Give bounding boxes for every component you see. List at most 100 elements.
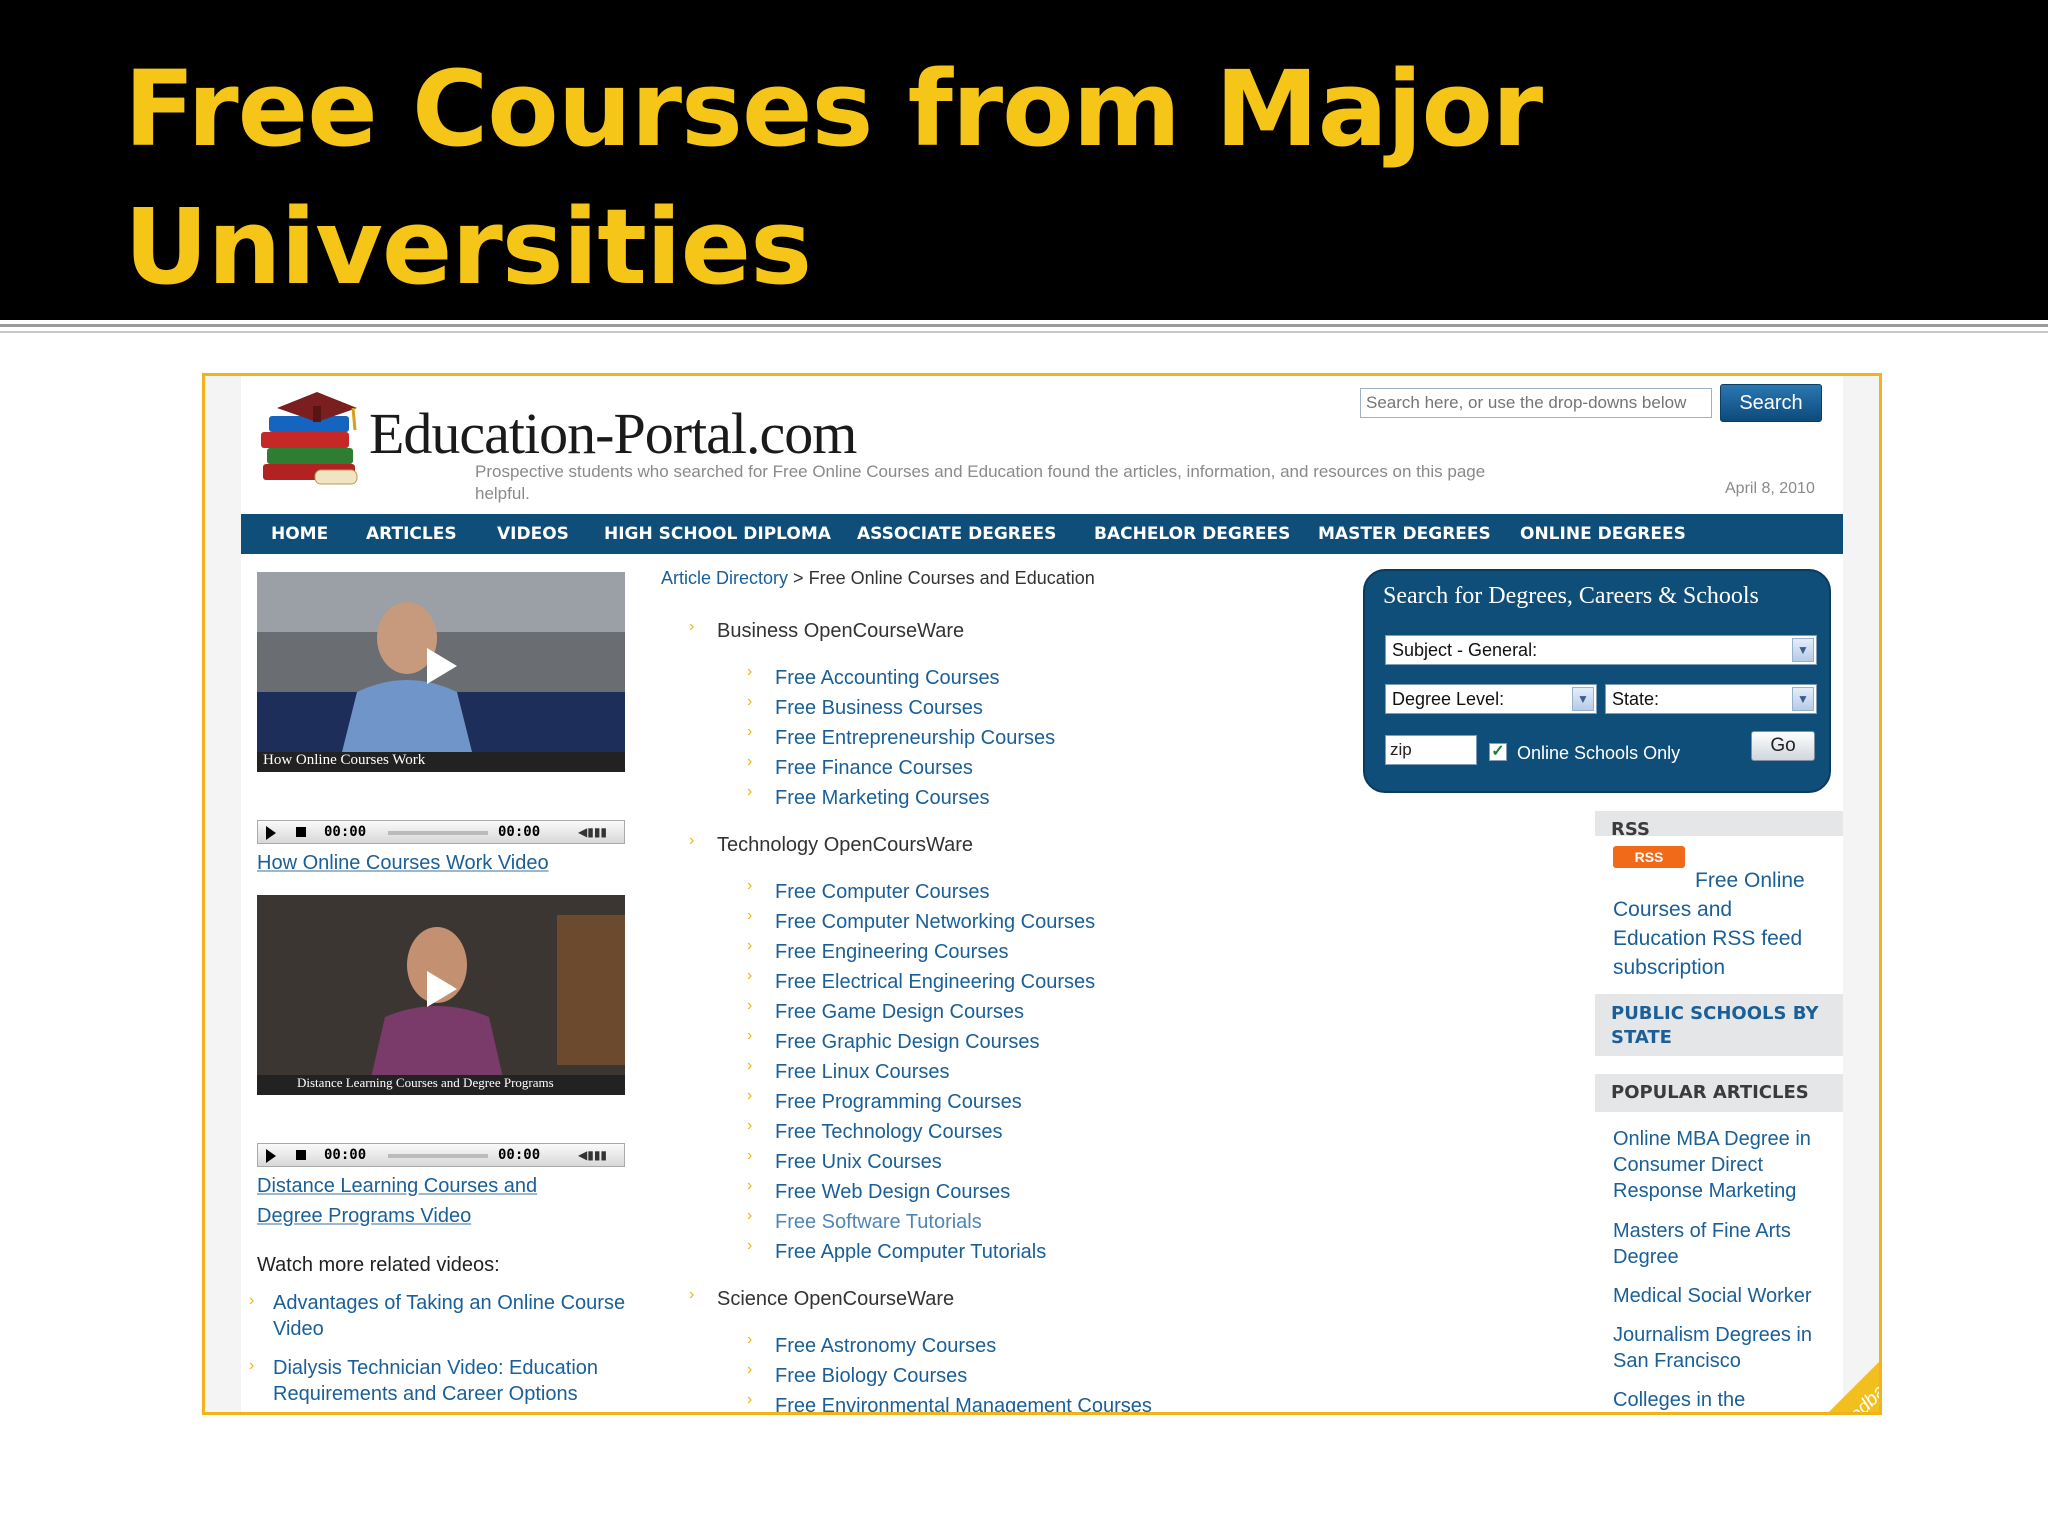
- related-video-link[interactable]: › Dialysis Technician Video: Education R…: [249, 1355, 633, 1407]
- nav-articles[interactable]: ARTICLES: [366, 514, 457, 554]
- play-icon[interactable]: [266, 826, 276, 840]
- course-label[interactable]: Free Marketing Courses: [775, 787, 990, 809]
- course-label[interactable]: Free Computer Courses: [775, 881, 990, 903]
- course-label[interactable]: Free Engineering Courses: [775, 941, 1008, 963]
- course-label[interactable]: Free Programming Courses: [775, 1091, 1022, 1113]
- site-name[interactable]: Education-Portal.com: [369, 400, 857, 467]
- feedback-ribbon[interactable]: Give Feedback: [1743, 1276, 1879, 1412]
- chevron-right-icon: ›: [747, 693, 753, 710]
- course-link[interactable]: › Free Game Design Courses: [747, 997, 1024, 1024]
- nav-bachelor-degrees[interactable]: BACHELOR DEGREES: [1094, 514, 1290, 554]
- course-link[interactable]: › Free Computer Courses: [747, 877, 990, 904]
- degree-level-select[interactable]: Degree Level: ▼: [1385, 684, 1597, 714]
- course-link[interactable]: › Free Apple Computer Tutorials: [747, 1237, 1046, 1264]
- course-label[interactable]: Free Business Courses: [775, 697, 983, 719]
- related-video-label[interactable]: Dialysis Technician Video: Education Req…: [273, 1357, 598, 1405]
- popular-article-link[interactable]: Online MBA Degree in Consumer Direct Res…: [1613, 1126, 1843, 1204]
- chevron-down-icon[interactable]: ▼: [1792, 687, 1814, 711]
- course-link[interactable]: › Free Environmental Management Courses: [747, 1391, 1152, 1412]
- video-controls[interactable]: 00:00 00:00 ◀▮▮▮: [257, 1143, 625, 1167]
- course-label[interactable]: Free Technology Courses: [775, 1121, 1003, 1143]
- course-link[interactable]: › Free Computer Networking Courses: [747, 907, 1095, 934]
- course-link[interactable]: › Free Electrical Engineering Courses: [747, 967, 1095, 994]
- course-label[interactable]: Free Biology Courses: [775, 1365, 967, 1387]
- course-label[interactable]: Free Astronomy Courses: [775, 1335, 996, 1357]
- subject-select[interactable]: Subject - General: ▼: [1385, 635, 1817, 665]
- state-select[interactable]: State: ▼: [1605, 684, 1817, 714]
- page-date: April 8, 2010: [1725, 480, 1815, 497]
- nav-online-degrees[interactable]: ONLINE DEGREES: [1520, 514, 1686, 554]
- video-progress-slider[interactable]: [388, 1154, 488, 1158]
- course-label[interactable]: Free Accounting Courses: [775, 667, 1000, 689]
- course-label[interactable]: Free Apple Computer Tutorials: [775, 1241, 1046, 1263]
- course-link[interactable]: › Free Linux Courses: [747, 1057, 950, 1084]
- stop-icon[interactable]: [296, 1150, 306, 1160]
- course-link[interactable]: › Free Graphic Design Courses: [747, 1027, 1040, 1054]
- course-label[interactable]: Free Graphic Design Courses: [775, 1031, 1040, 1053]
- course-link[interactable]: › Free Business Courses: [747, 693, 983, 720]
- play-icon[interactable]: [427, 648, 457, 684]
- course-label[interactable]: Free Electrical Engineering Courses: [775, 971, 1095, 993]
- go-button[interactable]: Go: [1751, 731, 1815, 761]
- course-link[interactable]: › Free Entrepreneurship Courses: [747, 723, 1055, 750]
- course-label[interactable]: Free Computer Networking Courses: [775, 911, 1095, 933]
- video-link-line[interactable]: Degree Programs Video: [257, 1201, 537, 1231]
- nav-master-degrees[interactable]: MASTER DEGREES: [1318, 514, 1491, 554]
- related-video-label[interactable]: Advantages of Taking an Online Course Vi…: [273, 1292, 625, 1340]
- course-link[interactable]: › Free Web Design Courses: [747, 1177, 1010, 1204]
- course-link[interactable]: › Free Engineering Courses: [747, 937, 1008, 964]
- online-only-checkbox[interactable]: ✓: [1489, 743, 1507, 761]
- chevron-down-icon[interactable]: ▼: [1572, 687, 1594, 711]
- video-time-elapsed: 00:00: [324, 1147, 367, 1163]
- books-logo-icon[interactable]: [257, 386, 367, 496]
- video-player[interactable]: How Online Courses Work 00:00 00:00 ◀▮▮▮: [257, 572, 625, 844]
- video-thumbnail[interactable]: How Online Courses Work: [257, 572, 625, 772]
- video-thumbnail[interactable]: Distance Learning Courses and Degree Pro…: [257, 895, 625, 1095]
- course-label[interactable]: Free Environmental Management Courses: [775, 1395, 1152, 1412]
- nav-videos[interactable]: VIDEOS: [497, 514, 569, 554]
- course-label[interactable]: Free Entrepreneurship Courses: [775, 727, 1055, 749]
- chevron-right-icon: ›: [689, 1286, 695, 1303]
- course-label[interactable]: Free Game Design Courses: [775, 1001, 1024, 1023]
- stop-icon[interactable]: [296, 827, 306, 837]
- course-link[interactable]: › Free Finance Courses: [747, 753, 973, 780]
- rss-icon[interactable]: RSS: [1613, 846, 1685, 868]
- chevron-down-icon[interactable]: ▼: [1792, 638, 1814, 662]
- nav-associate-degrees[interactable]: ASSOCIATE DEGREES: [857, 514, 1056, 554]
- rss-feed-link[interactable]: Free Online Courses and Education RSS fe…: [1613, 866, 1823, 982]
- slide-title: Free Courses from Major Universities: [124, 40, 1624, 316]
- course-label[interactable]: Free Software Tutorials: [775, 1211, 982, 1233]
- search-button[interactable]: Search: [1720, 384, 1822, 422]
- course-label[interactable]: Free Finance Courses: [775, 757, 973, 779]
- course-label[interactable]: Free Unix Courses: [775, 1151, 942, 1173]
- play-icon[interactable]: [427, 971, 457, 1007]
- course-link[interactable]: › Free Technology Courses: [747, 1117, 1003, 1144]
- nav-home[interactable]: HOME: [271, 514, 328, 554]
- popular-article-link[interactable]: Masters of Fine Arts Degree: [1613, 1218, 1843, 1270]
- related-video-link[interactable]: › Advantages of Taking an Online Course …: [249, 1290, 633, 1342]
- course-link[interactable]: › Free Astronomy Courses: [747, 1331, 996, 1358]
- video-player[interactable]: Distance Learning Courses and Degree Pro…: [257, 895, 625, 1167]
- breadcrumb-link[interactable]: Article Directory: [661, 568, 788, 588]
- video-progress-slider[interactable]: [388, 831, 488, 835]
- video-link[interactable]: Distance Learning Courses and Degree Pro…: [257, 1171, 537, 1231]
- course-link[interactable]: › Free Biology Courses: [747, 1361, 967, 1388]
- course-label[interactable]: Free Linux Courses: [775, 1061, 950, 1083]
- course-link[interactable]: › Free Unix Courses: [747, 1147, 942, 1174]
- course-link[interactable]: › Free Accounting Courses: [747, 663, 1000, 690]
- site-search-input[interactable]: [1360, 388, 1712, 418]
- zip-input[interactable]: zip: [1385, 735, 1477, 765]
- volume-icon[interactable]: ◀▮▮▮: [578, 825, 607, 839]
- volume-icon[interactable]: ◀▮▮▮: [578, 1148, 607, 1162]
- course-link[interactable]: › Free Marketing Courses: [747, 783, 990, 810]
- public-schools-link[interactable]: PUBLIC SCHOOLS BY STATE: [1595, 994, 1843, 1056]
- course-label[interactable]: Free Web Design Courses: [775, 1181, 1010, 1203]
- site-tagline: Prospective students who searched for Fr…: [475, 462, 1486, 503]
- video-link[interactable]: How Online Courses Work Video: [257, 848, 549, 878]
- nav-high-school-diploma[interactable]: HIGH SCHOOL DIPLOMA: [604, 514, 831, 554]
- video-controls[interactable]: 00:00 00:00 ◀▮▮▮: [257, 820, 625, 844]
- video-link-line[interactable]: Distance Learning Courses and: [257, 1171, 537, 1201]
- course-link[interactable]: › Free Software Tutorials: [747, 1207, 982, 1234]
- course-link[interactable]: › Free Programming Courses: [747, 1087, 1022, 1114]
- play-icon[interactable]: [266, 1149, 276, 1163]
